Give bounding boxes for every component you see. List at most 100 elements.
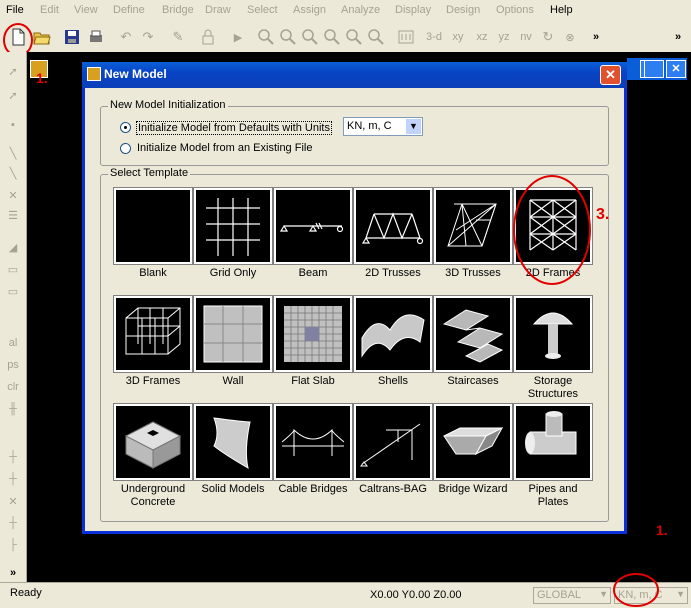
view-xz-button[interactable]: xz xyxy=(472,27,492,47)
template-shells[interactable]: Shells xyxy=(353,295,433,388)
template-wall[interactable]: Wall xyxy=(193,295,273,388)
toolbar-overflow-right-icon[interactable]: » xyxy=(668,27,688,47)
menu-help[interactable]: Help xyxy=(550,4,573,16)
menu-options[interactable]: Options xyxy=(496,4,534,16)
print-icon[interactable] xyxy=(86,27,106,47)
menu-bridge[interactable]: Bridge xyxy=(162,4,194,16)
view-yz-button[interactable]: yz xyxy=(494,27,514,47)
pan-icon[interactable] xyxy=(366,27,386,47)
template-grid-only[interactable]: Grid Only xyxy=(193,187,273,280)
view-nv-button[interactable]: nv xyxy=(516,27,536,47)
template-underground-concrete[interactable]: Underground Concrete xyxy=(113,403,193,509)
template-staircases[interactable]: Staircases xyxy=(433,295,513,388)
template-cable-bridges[interactable]: Cable Bridges xyxy=(273,403,353,496)
select-all-icon[interactable]: al xyxy=(3,334,23,352)
menu-view[interactable]: View xyxy=(74,4,98,16)
units-select[interactable]: KN, m, C ▼ xyxy=(343,117,423,136)
bg-close-icon[interactable]: ✕ xyxy=(666,60,686,78)
solid-icon[interactable] xyxy=(193,403,273,481)
menu-design[interactable]: Design xyxy=(446,4,480,16)
menu-display[interactable]: Display xyxy=(395,4,431,16)
pipes-icon[interactable] xyxy=(513,403,593,481)
grid-icon[interactable] xyxy=(193,187,273,265)
template-caltrans-bag[interactable]: Caltrans-BAG xyxy=(353,403,433,496)
run-icon[interactable]: ▶ xyxy=(228,27,248,47)
blank-icon[interactable] xyxy=(113,187,193,265)
chevron-down-icon[interactable]: ▼ xyxy=(599,589,608,599)
template-blank[interactable]: Blank xyxy=(113,187,193,280)
truss-2d-icon[interactable] xyxy=(353,187,433,265)
perspective-icon[interactable]: ⊗ xyxy=(560,27,580,47)
snap-perp-icon[interactable]: ┼ xyxy=(3,514,23,532)
radio-defaults[interactable] xyxy=(120,122,131,133)
left-toolbar-overflow-icon[interactable]: » xyxy=(3,564,23,582)
template-flat-slab[interactable]: Flat Slab xyxy=(273,295,353,388)
radio-defaults-label[interactable]: Initialize Model from Defaults with Unit… xyxy=(136,121,332,135)
area-icon[interactable]: ◢ xyxy=(3,238,23,256)
rotate-icon[interactable]: ↻ xyxy=(538,27,558,47)
lock-icon[interactable] xyxy=(198,27,218,47)
pointer-icon[interactable]: ➚ xyxy=(3,62,23,80)
frame-3d-icon[interactable] xyxy=(113,295,193,373)
cable-bridge-icon[interactable] xyxy=(273,403,353,481)
flat-slab-icon[interactable] xyxy=(273,295,353,373)
zoom-prev-icon[interactable] xyxy=(300,27,320,47)
joint-icon[interactable]: ▪ xyxy=(3,116,23,134)
coord-system-select[interactable]: GLOBAL ▼ xyxy=(533,587,611,604)
menu-draw[interactable]: Draw xyxy=(205,4,231,16)
snap-int-icon[interactable]: ✕ xyxy=(3,492,23,510)
menu-assign[interactable]: Assign xyxy=(293,4,326,16)
zoom-out-icon[interactable] xyxy=(344,27,364,47)
staircase-icon[interactable] xyxy=(433,295,513,373)
reshape-icon[interactable]: ➚ xyxy=(3,86,23,104)
bg-maximize-icon[interactable] xyxy=(644,60,664,78)
beam-icon[interactable] xyxy=(273,187,353,265)
zoom-full-icon[interactable] xyxy=(278,27,298,47)
caltrans-icon[interactable] xyxy=(353,403,433,481)
template-bridge-wizard[interactable]: Bridge Wizard xyxy=(433,403,513,496)
shells-icon[interactable] xyxy=(353,295,433,373)
template-storage-structures[interactable]: Storage Structures xyxy=(513,295,593,401)
menu-file[interactable]: File xyxy=(6,4,24,16)
menu-define[interactable]: Define xyxy=(113,4,145,16)
frame-draw2-icon[interactable]: ╲ xyxy=(3,164,23,182)
menu-analyze[interactable]: Analyze xyxy=(341,4,380,16)
template-3d-frames[interactable]: 3D Frames xyxy=(113,295,193,388)
radio-existing-label[interactable]: Initialize Model from an Existing File xyxy=(137,142,312,154)
radio-existing[interactable] xyxy=(120,143,131,154)
pencil-icon[interactable]: ✎ xyxy=(168,27,188,47)
rubber-band-icon[interactable] xyxy=(396,27,416,47)
snap-line-icon[interactable]: ├ xyxy=(3,536,23,554)
zoom-in-icon[interactable] xyxy=(322,27,342,47)
close-icon[interactable]: ✕ xyxy=(600,65,621,85)
redo-icon[interactable]: ↷ xyxy=(138,27,158,47)
view-3d-button[interactable]: 3-d xyxy=(424,27,444,47)
template-solid-models[interactable]: Solid Models xyxy=(193,403,273,496)
intersect-icon[interactable]: ╫ xyxy=(3,400,23,418)
storage-icon[interactable] xyxy=(513,295,593,373)
template-2d-trusses[interactable]: 2D Trusses xyxy=(353,187,433,280)
view-xy-button[interactable]: xy xyxy=(448,27,468,47)
toolbar-overflow-icon[interactable]: » xyxy=(586,27,606,47)
section-cut-icon[interactable]: ☰ xyxy=(3,206,23,224)
snap-mid-icon[interactable]: ┼ xyxy=(3,470,23,488)
underground-icon[interactable] xyxy=(113,403,193,481)
quad-area-icon[interactable]: ▭ xyxy=(3,282,23,300)
template-pipes-and-plates[interactable]: Pipes and Plates xyxy=(513,403,593,509)
wall-icon[interactable] xyxy=(193,295,273,373)
bridge-wizard-icon[interactable] xyxy=(433,403,513,481)
frame-draw-icon[interactable]: ╲ xyxy=(3,144,23,162)
snap-joint-icon[interactable]: ┼ xyxy=(3,448,23,466)
select-previous-icon[interactable]: ps xyxy=(3,356,23,374)
chevron-down-icon[interactable]: ▼ xyxy=(676,589,685,599)
clear-selection-icon[interactable]: clr xyxy=(3,378,23,396)
zoom-rubber-icon[interactable] xyxy=(256,27,276,47)
chevron-down-icon[interactable]: ▼ xyxy=(406,119,421,134)
save-icon[interactable] xyxy=(62,27,82,47)
undo-icon[interactable]: ↶ xyxy=(116,27,136,47)
template-beam[interactable]: Beam xyxy=(273,187,353,280)
cable-icon[interactable]: ✕ xyxy=(3,186,23,204)
rect-area-icon[interactable]: ▭ xyxy=(3,260,23,278)
menu-select[interactable]: Select xyxy=(247,4,278,16)
menu-edit[interactable]: Edit xyxy=(40,4,59,16)
